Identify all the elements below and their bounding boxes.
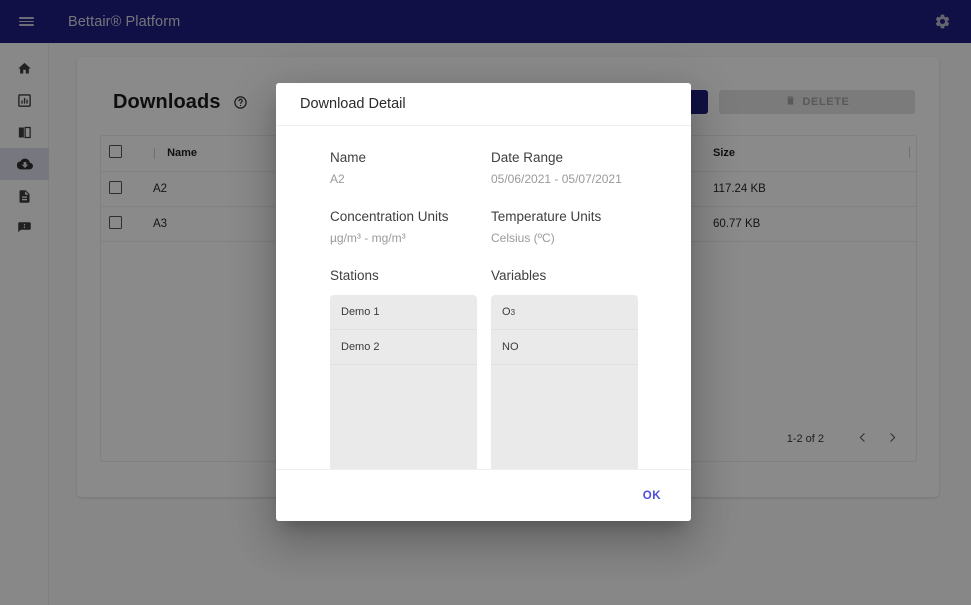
field-concentration-units-label: Concentration Units: [330, 209, 449, 224]
dialog-footer: OK: [276, 469, 691, 521]
app-root: Bettair® Platform Downloads DELETE Name …: [0, 0, 971, 605]
list-item[interactable]: O3: [491, 295, 638, 330]
field-date-range-label: Date Range: [491, 150, 564, 165]
stations-section: Stations Demo 1 Demo 2: [330, 266, 491, 469]
field-temperature-units-label: Temperature Units: [491, 209, 602, 224]
stations-listbox[interactable]: Demo 1 Demo 2: [330, 295, 477, 469]
field-date-range-value: 05/06/2021 - 05/07/2021: [491, 172, 622, 186]
stations-label: Stations: [330, 268, 379, 283]
list-item[interactable]: Demo 1: [330, 295, 477, 330]
list-item[interactable]: Demo 2: [330, 330, 477, 365]
variables-section: Variables O3 NO: [491, 266, 667, 469]
field-name-label: Name: [330, 150, 367, 165]
dialog-title: Download Detail: [276, 83, 691, 126]
field-temperature-units-value: Celsius (ºC): [491, 231, 555, 245]
dialog-body: Name A2 Date Range 05/06/2021 - 05/07/20…: [276, 126, 691, 469]
field-name-value: A2: [330, 172, 345, 186]
field-concentration-units: Concentration Units µg/m³ - mg/m³: [330, 207, 491, 247]
ok-button[interactable]: OK: [634, 484, 670, 508]
field-date-range: Date Range 05/06/2021 - 05/07/2021: [491, 148, 667, 188]
field-name: Name A2: [330, 148, 491, 188]
variables-label: Variables: [491, 268, 547, 283]
variables-listbox[interactable]: O3 NO: [491, 295, 638, 469]
field-concentration-units-value: µg/m³ - mg/m³: [330, 231, 406, 245]
field-temperature-units: Temperature Units Celsius (ºC): [491, 207, 667, 247]
dialog-fields-grid: Name A2 Date Range 05/06/2021 - 05/07/20…: [330, 148, 667, 469]
download-detail-dialog: Download Detail Name A2 Date Range 05/06…: [276, 83, 691, 521]
list-item[interactable]: NO: [491, 330, 638, 365]
